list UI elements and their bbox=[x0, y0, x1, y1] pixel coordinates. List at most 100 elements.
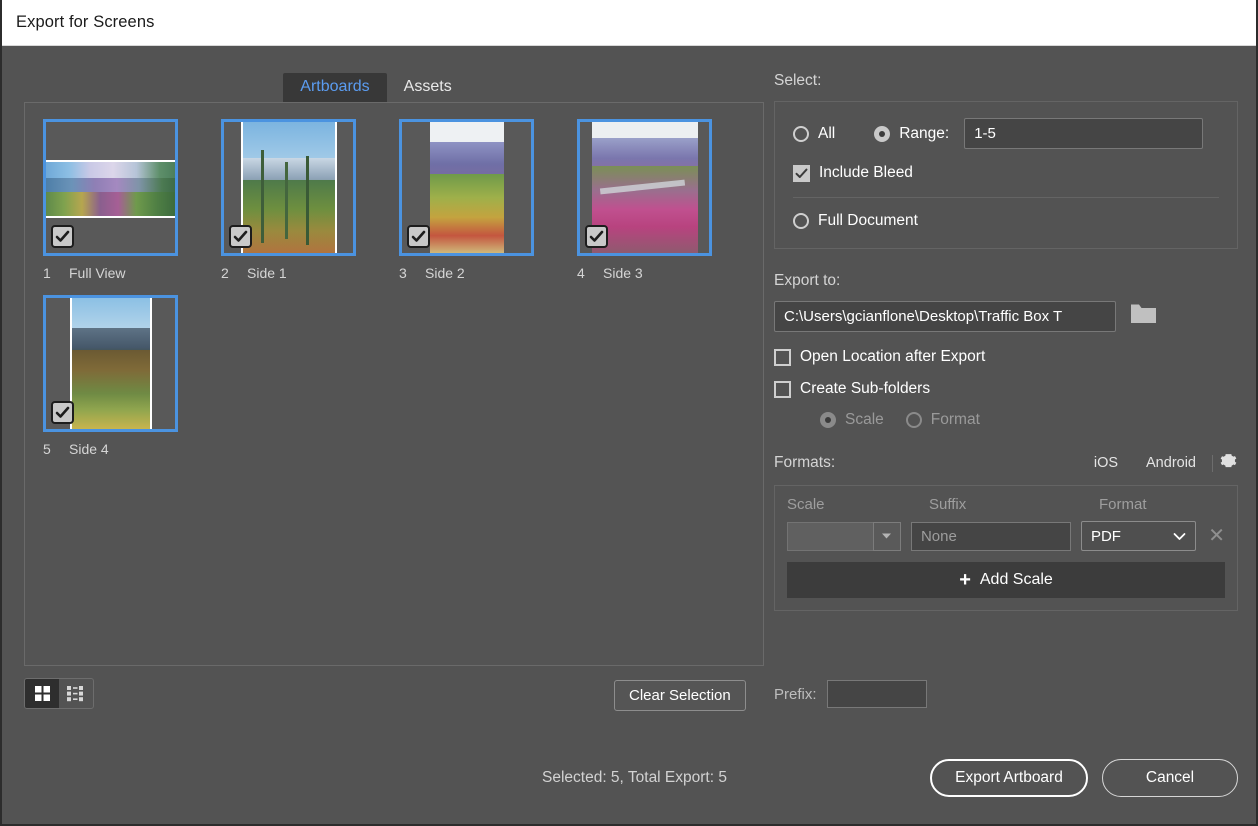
checkbox-create-subfolders[interactable] bbox=[774, 381, 791, 398]
list-item[interactable]: 5 Side 4 bbox=[43, 295, 221, 457]
select-heading: Select: bbox=[774, 72, 1238, 90]
create-subfolders-row: Create Sub-folders bbox=[774, 380, 1238, 398]
radio-full-document[interactable] bbox=[793, 213, 809, 229]
gear-icon[interactable] bbox=[1219, 451, 1238, 475]
dialog-footer: Selected: 5, Total Export: 5 Export Artb… bbox=[2, 756, 1256, 800]
export-options-column: Select: All Range: Include Bleed bbox=[774, 72, 1238, 611]
formats-header: Formats: iOS Android bbox=[774, 451, 1238, 475]
artboard-thumbnail-grid: 1 Full View bbox=[25, 103, 763, 471]
prefix-label: Prefix: bbox=[774, 686, 817, 703]
suffix-input[interactable] bbox=[911, 522, 1071, 551]
radio-subfolder-scale bbox=[820, 412, 836, 428]
artboard-toolbar: Clear Selection bbox=[24, 678, 764, 709]
folder-icon[interactable] bbox=[1130, 303, 1157, 330]
clear-selection-button[interactable]: Clear Selection bbox=[614, 680, 746, 711]
artboard-name: Side 4 bbox=[69, 441, 109, 457]
artboard-thumbnail-2[interactable] bbox=[221, 119, 356, 256]
export-for-screens-dialog: Export for Screens Artboards Assets bbox=[0, 0, 1258, 826]
prefix-row: Prefix: bbox=[774, 680, 927, 708]
radio-subfolder-format bbox=[906, 412, 922, 428]
list-item[interactable]: 4 Side 3 bbox=[577, 119, 755, 281]
open-location-row: Open Location after Export bbox=[774, 348, 1238, 366]
artboard-name: Side 1 bbox=[247, 265, 287, 281]
artboard-thumbnail-5[interactable] bbox=[43, 295, 178, 432]
artboard-thumbnail-1[interactable] bbox=[43, 119, 178, 256]
plus-icon: + bbox=[959, 569, 971, 592]
preset-separator bbox=[1212, 455, 1213, 472]
checkbox-include-bleed[interactable] bbox=[793, 165, 810, 182]
artboard-number: 1 bbox=[43, 265, 69, 281]
radio-all-label: All bbox=[818, 125, 835, 143]
artboard-checkbox-3[interactable] bbox=[407, 225, 430, 248]
format-row: PDF ✕ bbox=[787, 521, 1225, 551]
export-path-input[interactable] bbox=[774, 301, 1116, 332]
view-mode-toggle bbox=[24, 678, 94, 709]
artboard-caption: 4 Side 3 bbox=[577, 265, 755, 281]
artboard-number: 5 bbox=[43, 441, 69, 457]
export-to-heading: Export to: bbox=[774, 272, 1238, 290]
artboard-checkbox-1[interactable] bbox=[51, 225, 74, 248]
column-header-scale: Scale bbox=[787, 496, 929, 513]
artboard-thumbnail-4[interactable] bbox=[577, 119, 712, 256]
artboard-checkbox-4[interactable] bbox=[585, 225, 608, 248]
radio-all[interactable] bbox=[793, 126, 809, 142]
formats-table: Scale Suffix Format PDF bbox=[774, 485, 1238, 611]
export-artboard-button[interactable]: Export Artboard bbox=[930, 759, 1088, 797]
radio-full-document-label: Full Document bbox=[818, 212, 918, 230]
list-item[interactable]: 3 Side 2 bbox=[399, 119, 577, 281]
formats-column-headers: Scale Suffix Format bbox=[787, 496, 1225, 513]
artboard-number: 3 bbox=[399, 265, 425, 281]
artboard-list-panel[interactable]: 1 Full View bbox=[24, 102, 764, 666]
range-input[interactable] bbox=[964, 118, 1203, 149]
export-path-row bbox=[774, 301, 1238, 332]
artboard-caption: 3 Side 2 bbox=[399, 265, 577, 281]
column-header-suffix: Suffix bbox=[929, 496, 1099, 513]
artboard-name: Side 3 bbox=[603, 265, 643, 281]
preset-android-button[interactable]: Android bbox=[1132, 455, 1210, 471]
artboard-caption: 2 Side 1 bbox=[221, 265, 399, 281]
formats-heading: Formats: bbox=[774, 454, 835, 472]
select-group: All Range: Include Bleed Full Document bbox=[774, 101, 1238, 249]
list-item[interactable]: 1 Full View bbox=[43, 119, 221, 281]
detail-view-icon[interactable] bbox=[59, 679, 93, 708]
radio-range[interactable] bbox=[874, 126, 890, 142]
format-select[interactable]: PDF bbox=[1081, 521, 1196, 551]
artboards-column: Artboards Assets bbox=[24, 72, 764, 826]
subfolder-mode-row: Scale Format bbox=[820, 411, 1238, 429]
chevron-down-icon[interactable] bbox=[873, 522, 901, 551]
full-document-row: Full Document bbox=[793, 212, 1219, 230]
add-scale-button[interactable]: + Add Scale bbox=[787, 562, 1225, 598]
add-scale-label: Add Scale bbox=[980, 571, 1053, 589]
scale-stepper[interactable] bbox=[787, 522, 901, 551]
radio-subfolder-scale-label: Scale bbox=[845, 411, 884, 429]
artboard-thumbnail-3[interactable] bbox=[399, 119, 534, 256]
radio-range-label: Range: bbox=[899, 125, 949, 143]
prefix-input[interactable] bbox=[827, 680, 927, 708]
scale-value[interactable] bbox=[787, 522, 873, 551]
cancel-button[interactable]: Cancel bbox=[1102, 759, 1238, 797]
column-header-format: Format bbox=[1099, 496, 1147, 513]
tab-artboards[interactable]: Artboards bbox=[283, 73, 386, 102]
preset-ios-button[interactable]: iOS bbox=[1080, 455, 1132, 471]
artboard-name: Side 2 bbox=[425, 265, 465, 281]
artboard-checkbox-5[interactable] bbox=[51, 401, 74, 424]
checkbox-open-location[interactable] bbox=[774, 349, 791, 366]
list-item[interactable]: 2 Side 1 bbox=[221, 119, 399, 281]
artboard-name: Full View bbox=[69, 265, 126, 281]
artboard-checkbox-2[interactable] bbox=[229, 225, 252, 248]
artboard-caption: 1 Full View bbox=[43, 265, 221, 281]
format-select-value: PDF bbox=[1091, 528, 1121, 545]
grid-view-icon[interactable] bbox=[25, 679, 59, 708]
artboard-caption: 5 Side 4 bbox=[43, 441, 221, 457]
select-scope-row: All Range: bbox=[793, 118, 1219, 149]
select-divider bbox=[793, 197, 1219, 198]
close-icon[interactable]: ✕ bbox=[1208, 526, 1225, 546]
export-status-text: Selected: 5, Total Export: 5 bbox=[542, 769, 727, 787]
tab-assets[interactable]: Assets bbox=[387, 73, 469, 102]
create-subfolders-label: Create Sub-folders bbox=[800, 380, 930, 398]
tab-artboards-label: Artboards bbox=[300, 78, 369, 95]
dialog-titlebar: Export for Screens bbox=[2, 0, 1256, 46]
tab-assets-label: Assets bbox=[404, 78, 452, 95]
tab-bar: Artboards Assets bbox=[6, 72, 746, 102]
dialog-body: Artboards Assets bbox=[2, 46, 1256, 826]
